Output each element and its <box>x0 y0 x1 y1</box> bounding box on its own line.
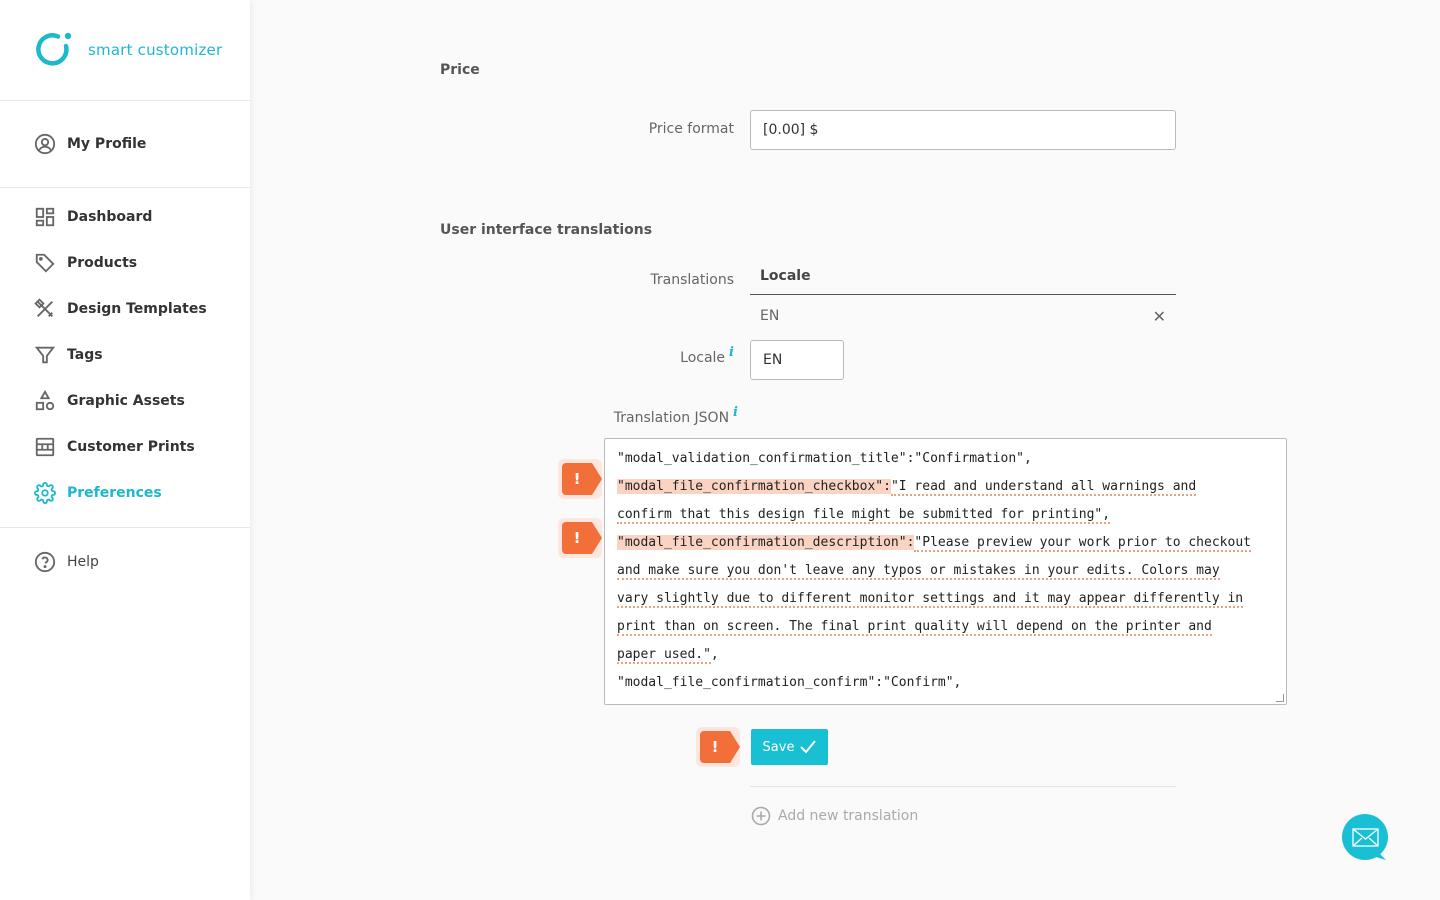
user-circle-icon <box>34 133 56 155</box>
sidebar-item-label: Products <box>67 255 138 271</box>
translation-json-textarea[interactable]: "modal_validation_confirmation_title":"C… <box>604 438 1287 705</box>
design-tools-icon <box>34 298 56 320</box>
shapes-icon <box>34 390 56 412</box>
prints-icon <box>34 436 56 458</box>
plus-circle-icon <box>751 806 771 826</box>
translations-section-title: User interface translations <box>440 222 653 238</box>
price-format-value: [0.00] $ <box>763 122 819 138</box>
preferences-content: Price Price format [0.00] $ User interfa… <box>250 0 1440 900</box>
check-icon <box>800 740 817 754</box>
json-line-text: and make sure you don't leave any typos … <box>617 563 1220 580</box>
sidebar: smart customizer My Profile Dashboard Pr… <box>0 0 250 900</box>
sidebar-item-label: Customer Prints <box>67 439 195 455</box>
warning-marker[interactable]: ! <box>696 727 740 767</box>
save-button[interactable]: Save <box>751 729 828 765</box>
sidebar-item-label: Graphic Assets <box>67 393 185 409</box>
add-new-translation-button[interactable]: Add new translation <box>751 806 918 826</box>
json-line-text: confirm that this design file might be s… <box>617 507 1111 524</box>
sidebar-item-dashboard[interactable]: Dashboard <box>0 194 250 240</box>
brand-name: smart customizer <box>88 41 223 59</box>
sidebar-item-label: Preferences <box>67 485 162 501</box>
dashboard-icon <box>34 206 56 228</box>
sidebar-item-label: My Profile <box>67 136 147 152</box>
chat-button[interactable] <box>1342 814 1390 862</box>
logo-icon <box>36 32 72 66</box>
locale-input[interactable]: EN <box>750 340 844 380</box>
sidebar-item-label: Help <box>67 554 99 570</box>
json-line: "modal_file_confirmation_confirm":"Confi… <box>617 675 962 690</box>
locale-cell: EN <box>760 308 780 324</box>
translations-table-header: Locale <box>750 268 1176 295</box>
json-line: "modal_file_confirmation_title":"Confirm… <box>617 697 1274 704</box>
sidebar-item-customer-prints[interactable]: Customer Prints <box>0 424 250 470</box>
json-line: "modal_file_confirmation_checkbox":"I re… <box>617 479 1197 496</box>
save-label: Save <box>762 739 795 755</box>
json-line: and make sure you don't leave any typos … <box>617 557 1274 585</box>
json-line: paper used.", <box>617 647 719 664</box>
json-line: vary slightly due to different monitor s… <box>617 585 1274 613</box>
translations-label: Translations <box>650 272 734 288</box>
sidebar-item-products[interactable]: Products <box>0 240 250 286</box>
filter-icon <box>34 344 56 366</box>
sidebar-item-my-profile[interactable]: My Profile <box>0 121 250 167</box>
locale-label: Locale i <box>550 345 734 366</box>
price-format-input[interactable]: [0.00] $ <box>750 110 1176 150</box>
sidebar-item-tags[interactable]: Tags <box>0 332 250 378</box>
mail-chat-icon <box>1342 814 1388 860</box>
json-line: confirm that this design file might be s… <box>617 501 1274 529</box>
add-new-translation-label: Add new translation <box>778 808 919 824</box>
json-line-text: print than on screen. The final print qu… <box>617 619 1212 636</box>
warning-icon: ! <box>562 463 602 495</box>
table-row[interactable]: EN ✕ <box>750 298 1176 334</box>
warning-icon: ! <box>562 522 602 554</box>
help-circle-icon <box>34 551 56 573</box>
sidebar-item-help[interactable]: Help <box>0 539 250 585</box>
json-line: "modal_validation_confirmation_title":"C… <box>617 451 1032 466</box>
close-icon[interactable]: ✕ <box>1153 307 1166 326</box>
tag-icon <box>34 252 56 274</box>
sidebar-item-preferences[interactable]: Preferences <box>0 470 250 516</box>
json-line-text: vary slightly due to different monitor s… <box>617 591 1244 608</box>
resize-handle[interactable] <box>1276 694 1284 702</box>
json-line: "modal_file_confirmation_description":"P… <box>617 535 1251 552</box>
info-icon[interactable]: i <box>729 345 734 360</box>
locale-label-text: Locale <box>680 350 726 366</box>
logo[interactable]: smart customizer <box>0 0 250 101</box>
info-icon[interactable]: i <box>733 405 738 420</box>
warning-icon: ! <box>700 731 740 763</box>
sidebar-item-graphic-assets[interactable]: Graphic Assets <box>0 378 250 424</box>
translation-json-label-text: Translation JSON <box>613 410 730 426</box>
locale-column-header[interactable]: Locale <box>760 268 811 284</box>
json-line: print than on screen. The final print qu… <box>617 613 1274 641</box>
gear-icon <box>34 482 56 504</box>
divider <box>750 786 1176 787</box>
sidebar-item-label: Dashboard <box>67 209 153 225</box>
price-section-title: Price <box>440 62 480 78</box>
sidebar-item-label: Tags <box>67 347 103 363</box>
warning-marker[interactable]: ! <box>558 518 602 558</box>
translation-json-label: Translation JSON i <box>550 405 738 426</box>
warning-marker[interactable]: ! <box>558 459 602 499</box>
locale-input-value: EN <box>763 352 783 368</box>
sidebar-item-design-templates[interactable]: Design Templates <box>0 286 250 332</box>
sidebar-item-label: Design Templates <box>67 301 207 317</box>
price-format-label: Price format <box>648 121 734 137</box>
